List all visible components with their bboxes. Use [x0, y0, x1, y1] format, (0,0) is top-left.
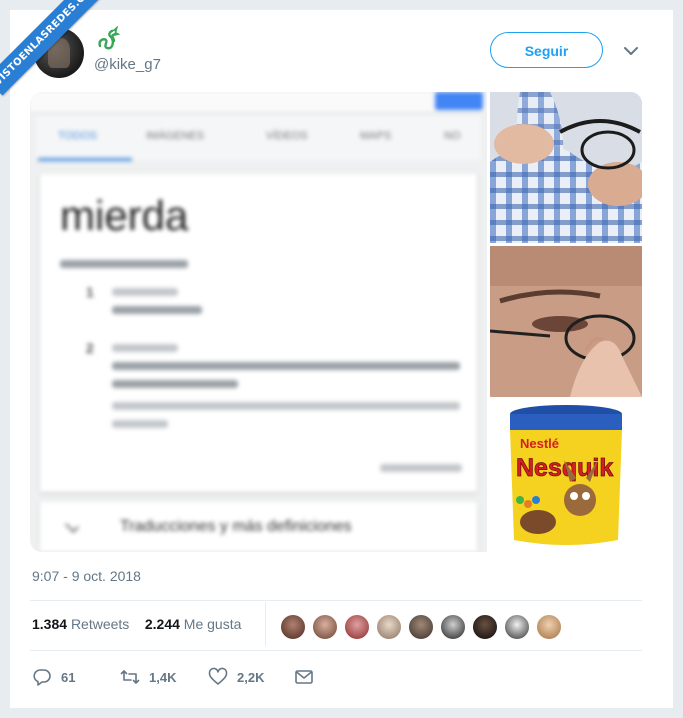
- retweets-count[interactable]: 1.384: [32, 616, 67, 632]
- retweet-count: 1,4K: [149, 669, 177, 685]
- media-image-dictionary-screenshot[interactable]: TODOS IMÁGENES VÍDEOS MAPS NO mierda 1 2: [30, 92, 487, 552]
- divider: [30, 600, 642, 601]
- divider: [30, 650, 642, 651]
- reply-icon: [33, 669, 51, 686]
- like-button[interactable]: 2,2K: [208, 666, 264, 688]
- dragon-emoji-icon: [98, 26, 120, 50]
- screenshot-footer: Traducciones y más definiciones: [120, 518, 352, 535]
- product-brand: Nestlé: [520, 436, 559, 451]
- likes-count[interactable]: 2.244: [145, 616, 180, 632]
- reply-button[interactable]: 61: [32, 666, 75, 688]
- screenshot-tab: TODOS: [58, 130, 97, 142]
- reply-count: 61: [61, 669, 76, 685]
- liker-avatar[interactable]: [440, 614, 466, 640]
- tweet-card: @kike_g7 Seguir TODOS IMÁGENES VÍDEOS MA…: [10, 10, 673, 708]
- product-name: Nesquik: [516, 454, 613, 482]
- follow-button[interactable]: Seguir: [490, 32, 603, 68]
- screenshot-tab: NO: [444, 130, 461, 142]
- liker-avatar[interactable]: [536, 614, 562, 640]
- liker-avatar[interactable]: [472, 614, 498, 640]
- liker-avatar[interactable]: [408, 614, 434, 640]
- tweet-timestamp[interactable]: 9:07 - 9 oct. 2018: [32, 568, 141, 584]
- media-image-nesquik[interactable]: Nestlé Nesquik: [490, 400, 642, 552]
- screenshot-tab: VÍDEOS: [266, 130, 308, 142]
- envelope-icon: [295, 670, 313, 684]
- screenshot-tab: MAPS: [360, 130, 392, 142]
- tweet-media: TODOS IMÁGENES VÍDEOS MAPS NO mierda 1 2: [30, 92, 642, 552]
- chevron-down-icon[interactable]: [622, 42, 640, 60]
- liker-avatar[interactable]: [344, 614, 370, 640]
- tweet-stats: 1.384 Retweets 2.244 Me gusta: [32, 616, 241, 632]
- heart-icon: [208, 667, 228, 685]
- likes-label[interactable]: Me gusta: [184, 616, 242, 632]
- screenshot-tab: IMÁGENES: [146, 130, 205, 142]
- like-count: 2,2K: [237, 669, 265, 685]
- retweet-button[interactable]: 1,4K: [120, 666, 176, 688]
- user-handle[interactable]: @kike_g7: [94, 56, 161, 73]
- media-image-cleaning-glasses[interactable]: [490, 92, 642, 243]
- media-image-rubbing-eyes[interactable]: [490, 246, 642, 397]
- retweet-icon: [120, 670, 140, 684]
- liker-avatar[interactable]: [376, 614, 402, 640]
- retweets-label[interactable]: Retweets: [71, 616, 129, 632]
- direct-message-button[interactable]: [294, 666, 314, 688]
- stats-divider: [265, 602, 266, 646]
- liker-avatar[interactable]: [312, 614, 338, 640]
- liker-avatar[interactable]: [504, 614, 530, 640]
- liker-avatar[interactable]: [280, 614, 306, 640]
- screenshot-headword: mierda: [60, 192, 189, 239]
